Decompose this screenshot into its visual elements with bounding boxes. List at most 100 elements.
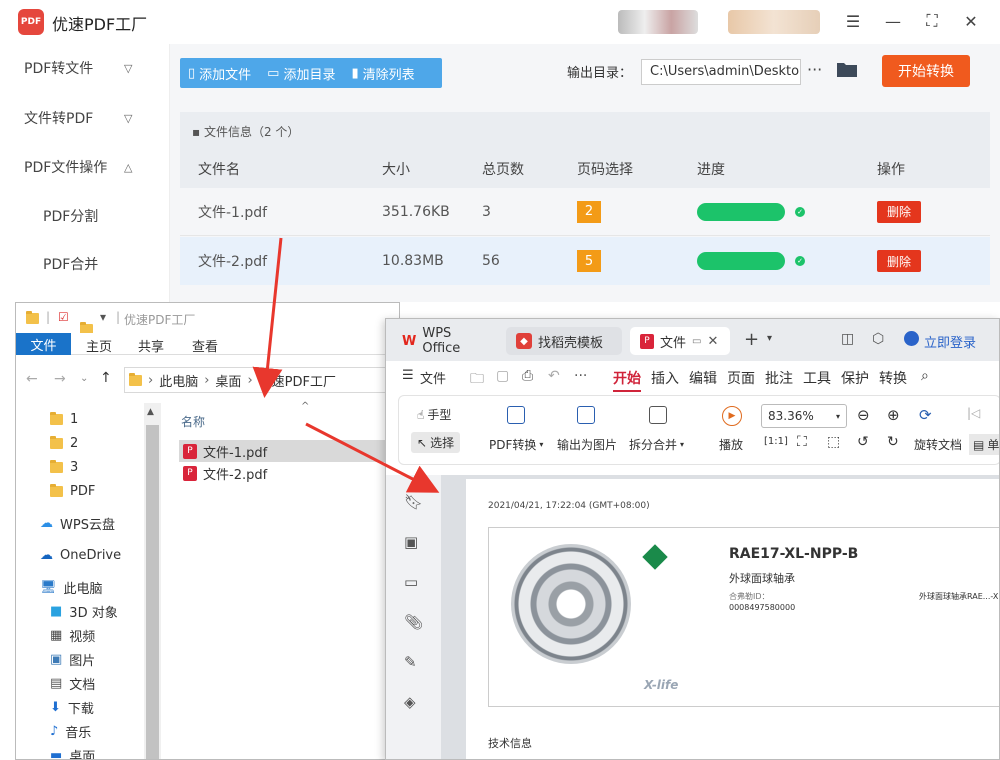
signature-icon[interactable]: ✎ <box>404 653 422 671</box>
cube-icon[interactable]: ⬡ <box>872 331 884 347</box>
export-image-button[interactable]: 输出为图片 <box>557 436 617 453</box>
thumbnail-icon[interactable]: ▣ <box>404 533 422 551</box>
nav-item-desktop[interactable]: ▬ 桌面 <box>16 743 161 760</box>
table-row[interactable]: 文件-2.pdf 10.83MB 56 5 ✓ 删除 <box>180 237 990 285</box>
ribbon-tab-share[interactable]: 共享 <box>138 336 164 355</box>
save-icon[interactable]: ▢ <box>496 368 509 384</box>
nav-scrollbar-thumb[interactable] <box>146 425 159 759</box>
fullscreen-icon[interactable]: ⛶ <box>921 10 943 32</box>
nav-item[interactable]: 1 <box>16 407 161 431</box>
scroll-up-icon[interactable]: ▲ <box>147 407 154 417</box>
output-dir-input[interactable]: C:\Users\admin\Deskto <box>641 59 801 85</box>
nav-item[interactable]: 2 <box>16 431 161 455</box>
sidebar-item-pdf-split[interactable]: PDF分割 <box>0 192 170 240</box>
menu-icon[interactable]: ☰ <box>842 10 864 32</box>
close-tab-icon[interactable]: ✕ <box>707 334 718 349</box>
split-merge-button[interactable]: 拆分合并 ▾ <box>629 436 684 453</box>
select-tool-button[interactable]: ↖ 选择 <box>411 432 461 453</box>
fit-width-icon[interactable]: ⬚ <box>827 434 840 450</box>
actual-size-icon[interactable]: [1:1] <box>764 436 788 447</box>
page-select-badge[interactable]: 5 <box>577 250 601 272</box>
sidebar-item-pdf-to-file[interactable]: PDF转文件 ▽ <box>0 44 170 92</box>
up-arrow-icon[interactable]: ↑ <box>100 370 112 386</box>
nav-item-pictures[interactable]: ▣ 图片 <box>16 647 161 671</box>
new-tab-icon[interactable]: + <box>744 329 759 350</box>
delete-button[interactable]: 删除 <box>877 200 921 223</box>
properties-icon[interactable]: ☑ <box>58 310 69 324</box>
zoom-in-icon[interactable]: ⊕ <box>887 406 900 424</box>
add-file-button[interactable]: ▯ 添加文件 <box>180 64 259 83</box>
table-row[interactable]: 文件-1.pdf 351.76KB 3 2 ✓ 删除 <box>180 188 990 236</box>
tab-document[interactable]: P 文件 ▭ ✕ <box>630 327 730 355</box>
breadcrumb-item[interactable]: 桌面 <box>215 371 241 390</box>
list-item[interactable]: P 文件-2.pdf <box>179 462 399 484</box>
attachment-icon[interactable]: 📎︎ <box>404 613 423 631</box>
nav-item-videos[interactable]: ▦ 视频 <box>16 623 161 647</box>
rotate-right-icon[interactable]: ↻ <box>887 434 899 450</box>
fit-page-icon[interactable]: ⛶ <box>797 434 807 450</box>
tab-wps-office[interactable]: W WPS Office <box>392 326 498 356</box>
play-button[interactable]: 播放 <box>719 436 743 453</box>
sidebar-item-pdf-ops[interactable]: PDF文件操作 △ <box>0 143 170 191</box>
zoom-out-icon[interactable]: ⊖ <box>857 406 870 424</box>
column-name-header[interactable]: 名称 <box>181 413 205 430</box>
more-options-button[interactable]: ··· <box>807 60 822 79</box>
print-icon[interactable]: ⎙ <box>522 368 533 384</box>
menu-protect[interactable]: 保护 <box>841 368 869 388</box>
sidebar-item-pdf-merge[interactable]: PDF合并 <box>0 240 170 288</box>
nav-item-music[interactable]: ♪ 音乐 <box>16 719 161 743</box>
menu-tools[interactable]: 工具 <box>803 368 831 388</box>
ribbon-tab-view[interactable]: 查看 <box>192 336 218 355</box>
menu-comment[interactable]: 批注 <box>765 368 793 388</box>
open-folder-icon[interactable] <box>836 60 858 80</box>
hand-tool-button[interactable]: ☝ 手型 <box>417 406 451 423</box>
user-avatar-icon[interactable] <box>904 331 919 346</box>
nav-item-downloads[interactable]: ⬇ 下载 <box>16 695 161 719</box>
delete-button[interactable]: 删除 <box>877 250 921 272</box>
list-item[interactable]: P 文件-1.pdf <box>179 440 399 462</box>
menu-start[interactable]: 开始 <box>613 368 641 392</box>
nav-item-3d[interactable]: ■ 3D 对象 <box>16 599 161 623</box>
start-convert-button[interactable]: 开始转换 <box>882 55 970 87</box>
breadcrumb-item[interactable]: 此电脑 <box>159 371 198 390</box>
search-icon[interactable]: ⌕ <box>921 368 929 384</box>
menu-convert[interactable]: 转换 <box>879 368 907 388</box>
breadcrumb-item[interactable]: 优速PDF工厂 <box>259 371 336 390</box>
quick-access-dropdown-icon[interactable]: ▾ <box>100 310 106 324</box>
zoom-select[interactable]: 83.36% ▾ <box>761 404 847 428</box>
undo-icon[interactable]: ↶ <box>548 368 560 384</box>
login-link[interactable]: 立即登录 <box>924 332 976 351</box>
menu-file[interactable]: 文件 <box>420 368 446 387</box>
bookmark-icon[interactable]: 🔖︎ <box>404 493 423 511</box>
nav-item-wps-cloud[interactable]: ☁ WPS云盘 <box>16 511 161 535</box>
menu-edit[interactable]: 编辑 <box>689 368 717 388</box>
back-arrow-icon[interactable]: ← <box>26 371 38 387</box>
screen-icon[interactable]: ▭ <box>692 336 701 347</box>
minimize-icon[interactable]: — <box>882 10 904 32</box>
single-page-button[interactable]: ▤ 单 <box>969 434 999 455</box>
page-select-badge[interactable]: 2 <box>577 200 601 223</box>
sidebar-toggle-icon[interactable]: ◫ <box>841 331 854 347</box>
layers-icon[interactable]: ◈ <box>404 693 422 711</box>
forward-arrow-icon[interactable]: → <box>54 371 66 387</box>
sidebar-item-file-to-pdf[interactable]: 文件转PDF ▽ <box>0 94 170 142</box>
ribbon-tab-home[interactable]: 主页 <box>86 336 112 355</box>
add-folder-button[interactable]: ▭ 添加目录 <box>259 64 343 83</box>
more-icon[interactable]: ··· <box>574 368 587 384</box>
rotate-doc-button[interactable]: 旋转文档 <box>914 436 962 453</box>
history-dropdown-icon[interactable]: ⌄ <box>80 373 88 384</box>
menu-insert[interactable]: 插入 <box>651 368 679 388</box>
nav-item-documents[interactable]: ▤ 文档 <box>16 671 161 695</box>
rotate-left-icon[interactable]: ↺ <box>857 434 869 450</box>
pdf-convert-button[interactable]: PDF转换 ▾ <box>489 436 543 453</box>
nav-item[interactable]: PDF <box>16 479 161 503</box>
hamburger-icon[interactable]: ☰ <box>402 368 414 383</box>
first-page-icon[interactable]: |◁ <box>967 406 980 420</box>
tab-templates[interactable]: ◆ 找稻壳模板 <box>506 327 622 355</box>
clear-list-button[interactable]: ▮ 清除列表 <box>343 64 422 83</box>
nav-item-onedrive[interactable]: ☁ OneDrive <box>16 543 161 567</box>
comment-icon[interactable]: ▭ <box>404 573 422 591</box>
address-input[interactable]: › 此电脑 › 桌面 › 优速PDF工厂 <box>124 367 399 393</box>
open-folder-icon[interactable]: 🗀 <box>470 368 484 392</box>
nav-item[interactable]: 3 <box>16 455 161 479</box>
